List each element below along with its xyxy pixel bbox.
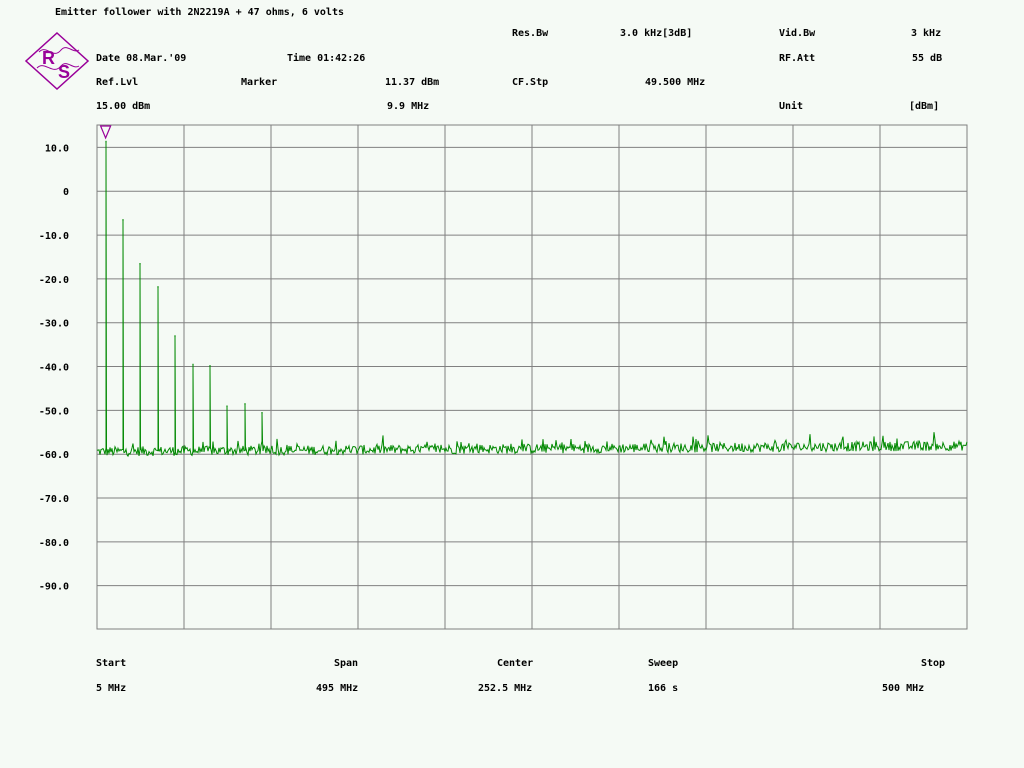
y-tick-label: -30.0	[39, 319, 69, 330]
spectrum-chart: 10.0 0 -10.0 -20.0 -30.0 -40.0 -50.0 -60.0 -70.0…	[39, 124, 968, 630]
y-tick-label: -40.0	[39, 363, 69, 374]
start-value: 5 MHz	[96, 683, 127, 694]
y-tick-label: -80.0	[39, 538, 69, 549]
span-label: Span	[334, 658, 359, 669]
stop-label: Stop	[921, 658, 946, 669]
y-tick-label: -10.0	[39, 231, 69, 242]
stop-value: 500 MHz	[882, 683, 925, 694]
y-tick-label: -60.0	[39, 450, 69, 461]
y-tick-label: -70.0	[39, 494, 69, 505]
sweep-value: 166 s	[648, 683, 679, 694]
y-tick-label: -20.0	[39, 275, 69, 286]
start-label: Start	[96, 658, 127, 669]
y-tick-label: 0	[63, 187, 69, 198]
y-tick-label: 10.0	[45, 143, 69, 154]
marker-triangle	[99, 125, 112, 140]
span-value: 495 MHz	[316, 683, 359, 694]
center-value: 252.5 MHz	[478, 683, 533, 694]
center-label: Center	[497, 658, 534, 669]
y-tick-label: -50.0	[39, 406, 69, 417]
sweep-label: Sweep	[648, 658, 679, 669]
y-tick-label: -90.0	[39, 582, 69, 593]
